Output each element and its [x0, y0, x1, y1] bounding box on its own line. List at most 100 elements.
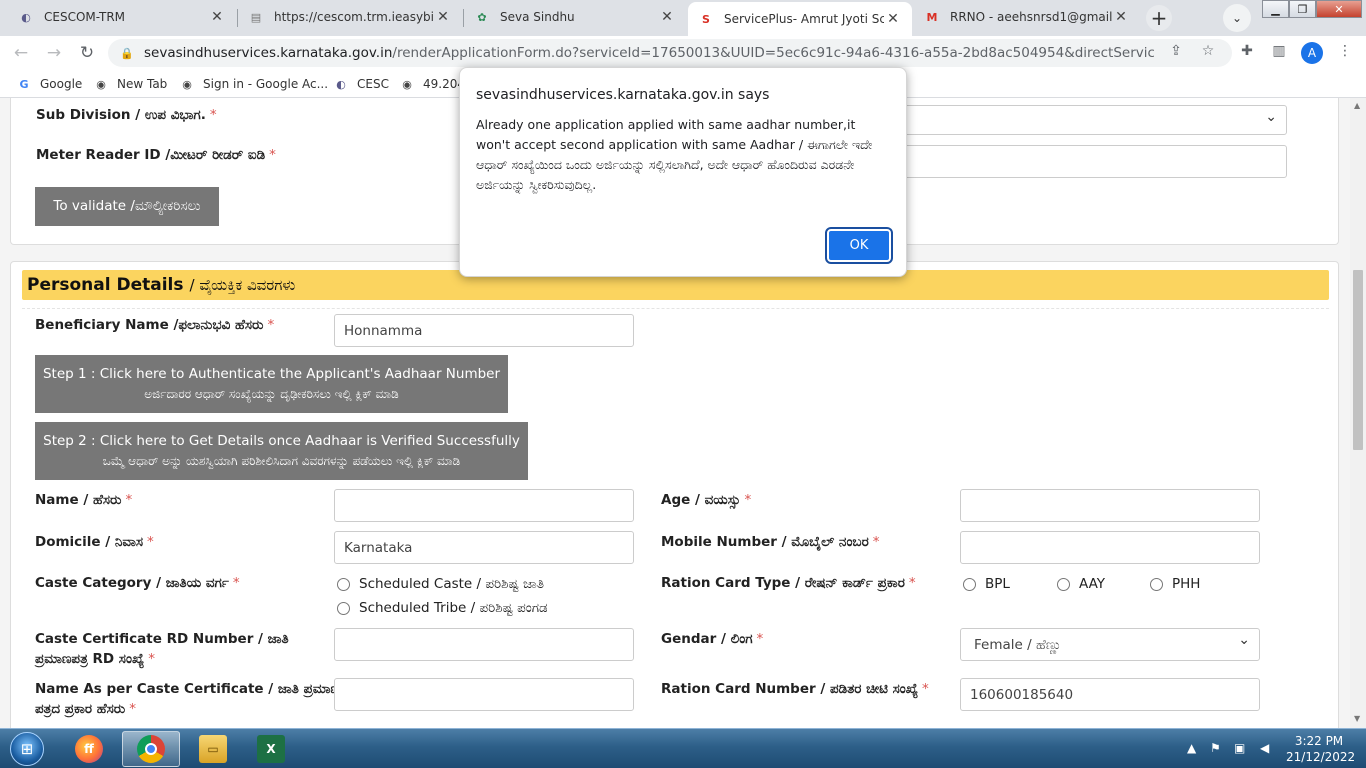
radio-label: PHH	[1172, 576, 1201, 592]
step1-text-en: Step 1 : Click here to Authenticate the …	[42, 366, 501, 382]
seva-sindhu-favicon: ✿	[477, 10, 487, 24]
tab-cescom-trm[interactable]: ◐ CESCOM-TRM ✕	[8, 2, 236, 32]
tab-title: RRNO - aeehsnrsd1@gmail.co	[950, 10, 1112, 24]
close-tab-icon[interactable]: ✕	[1112, 9, 1130, 25]
alert-dialog: sevasindhuservices.karnataka.gov.in says…	[459, 67, 907, 277]
profile-avatar[interactable]: A	[1301, 42, 1323, 64]
caste-certificate-rd-label: Caste Certificate RD Number / ಜಾತಿ ಪ್ರಮಾಣ…	[35, 631, 289, 667]
close-tab-icon[interactable]: ✕	[208, 9, 226, 25]
radio-label: AAY	[1079, 576, 1106, 592]
radio-scheduled-tribe[interactable]: Scheduled Tribe / ಪರಿಶಿಷ್ಟ ಪಂಗಡ	[337, 600, 548, 616]
name-as-per-certificate-label: Name As per Caste Certificate / ಜಾತಿ ಪ್ರ…	[35, 681, 341, 717]
bookmark-sign-in[interactable]: ◉ Sign in - Google Ac...	[179, 75, 328, 93]
bookmark-cesc[interactable]: ◐ CESC	[333, 75, 389, 93]
domicile-input[interactable]: Karnataka	[334, 531, 634, 564]
tab-seva-sindhu[interactable]: ✿ Seva Sindhu ✕	[464, 2, 686, 32]
maximize-icon[interactable]: ❐	[1289, 0, 1316, 18]
tab-cescom-ieasybill[interactable]: ▤ https://cescom.trm.ieasybill.co ✕	[238, 2, 462, 32]
scroll-down-icon[interactable]: ▼	[1354, 714, 1360, 723]
tab-title: CESCOM-TRM	[44, 10, 126, 24]
share-icon[interactable]: ⇪	[1167, 42, 1185, 60]
heading-kn: / ವೈಯಕ್ತಿಕ ವಿವರಗಳು	[189, 276, 296, 294]
radio-circle[interactable]	[337, 577, 350, 591]
globe-icon: ◉	[402, 77, 412, 91]
action-center-flag-icon[interactable]: ⚑	[1210, 741, 1221, 755]
file-explorer-icon: ▭	[199, 735, 227, 763]
chrome-icon	[137, 735, 165, 763]
back-icon[interactable]: ←	[10, 42, 32, 64]
radio-circle[interactable]	[1150, 577, 1163, 591]
browser-toolbar: ← → ↻ 🔒 sevasindhuservices.karnataka.gov…	[0, 36, 1366, 70]
heading-en: Personal Details	[27, 275, 184, 295]
clock-time: 3:22 PM	[1294, 734, 1344, 748]
radio-aay[interactable]: AAY	[1057, 576, 1105, 592]
beneficiary-name-input[interactable]: Honnamma	[334, 314, 634, 347]
gmail-favicon: M	[926, 10, 938, 24]
scrollbar-thumb[interactable]	[1353, 270, 1363, 450]
name-input[interactable]	[334, 489, 634, 522]
url-text[interactable]: sevasindhuservices.karnataka.gov.in/rend…	[144, 45, 1154, 61]
caste-certificate-rd-input[interactable]	[334, 628, 634, 661]
ok-button[interactable]: OK	[825, 227, 893, 264]
personal-details-card: Personal Details / ವೈಯಕ್ತಿಕ ವಿವರಗಳು Bene…	[10, 261, 1339, 728]
ration-card-number-label: Ration Card Number / ಪಡಿತರ ಚೀಟಿ ಸಂಖ್ಯೆ *	[661, 681, 929, 697]
bookmark-label: CESC	[357, 77, 389, 91]
radio-phh[interactable]: PHH	[1150, 576, 1200, 592]
sub-division-select[interactable]	[891, 105, 1287, 135]
forward-icon[interactable]: →	[43, 42, 65, 64]
scroll-up-icon[interactable]: ▲	[1354, 101, 1360, 110]
address-bar[interactable]: 🔒 sevasindhuservices.karnataka.gov.in/re…	[108, 39, 1232, 67]
dialog-title: sevasindhuservices.karnataka.gov.in says	[476, 87, 770, 103]
close-tab-icon[interactable]: ✕	[434, 9, 452, 25]
name-as-per-certificate-input[interactable]	[334, 678, 634, 711]
lock-icon[interactable]: 🔒	[120, 47, 138, 60]
gender-select[interactable]: Female / ಹೆಣ್ಣು	[960, 628, 1260, 661]
window-close-icon[interactable]: ✕	[1316, 0, 1362, 18]
sub-division-label: Sub Division / ಉಪ ವಿಭಾಗ. *	[36, 107, 217, 123]
tab-serviceplus[interactable]: S ServicePlus- Amrut Jyoti Schem ✕	[688, 2, 912, 36]
taskbar-chrome[interactable]	[122, 731, 180, 767]
network-icon[interactable]: ▣	[1234, 741, 1245, 755]
reload-icon[interactable]: ↻	[76, 42, 98, 64]
radio-label: Scheduled Tribe / ಪರಿಶಿಷ್ಟ ಪಂಗಡ	[359, 600, 548, 616]
window-controls: ▁ ❐ ✕	[1262, 0, 1362, 20]
taskbar-firefox[interactable]: ff	[60, 731, 118, 767]
windows-logo-icon: ⊞	[10, 732, 44, 766]
browser-menu-icon[interactable]: ⋮	[1336, 42, 1354, 60]
bookmark-new-tab[interactable]: ◉ New Tab	[93, 75, 167, 93]
radio-circle[interactable]	[963, 577, 976, 591]
radio-circle[interactable]	[337, 601, 350, 615]
close-tab-icon[interactable]: ✕	[884, 11, 902, 27]
radio-circle[interactable]	[1057, 577, 1070, 591]
volume-icon[interactable]: ◀	[1260, 741, 1269, 755]
mobile-number-input[interactable]	[960, 531, 1260, 564]
taskbar-explorer[interactable]: ▭	[184, 731, 242, 767]
radio-scheduled-caste[interactable]: Scheduled Caste / ಪರಿಶಿಷ್ಟ ಜಾತಿ	[337, 576, 544, 592]
validate-button[interactable]: To validate /ಮೌಲ್ಯೀಕರಿಸಲು	[35, 187, 219, 226]
age-input[interactable]	[960, 489, 1260, 522]
minimize-icon[interactable]: ▁	[1262, 0, 1289, 18]
meter-reader-input[interactable]	[891, 145, 1287, 178]
url-path: /renderApplicationForm.do?serviceId=1765…	[392, 45, 1154, 61]
taskbar-clock[interactable]: 3:22 PM 21/12/2022	[1286, 733, 1355, 765]
start-button[interactable]: ⊞	[4, 730, 50, 768]
new-tab-button[interactable]: +	[1146, 5, 1172, 31]
show-hidden-icons[interactable]: ▲	[1187, 741, 1196, 755]
side-panel-icon[interactable]: ▥	[1270, 42, 1288, 60]
bookmark-google[interactable]: G Google	[16, 75, 82, 93]
beneficiary-name-label: Beneficiary Name /ಫಲಾನುಭವಿ ಹೆಸರು *	[35, 317, 275, 333]
page-scrollbar[interactable]: ▲ ▼	[1350, 98, 1366, 728]
tab-gmail[interactable]: M RRNO - aeehsnrsd1@gmail.co ✕	[914, 2, 1140, 32]
ration-card-number-input[interactable]: 160600185640	[960, 678, 1260, 711]
taskbar-excel[interactable]: X	[242, 731, 300, 767]
authenticate-aadhaar-button[interactable]: Step 1 : Click here to Authenticate the …	[35, 355, 508, 413]
bookmark-star-icon[interactable]: ☆	[1199, 42, 1217, 60]
radio-bpl[interactable]: BPL	[963, 576, 1010, 592]
bookmark-ip[interactable]: ◉ 49.204	[399, 75, 465, 93]
extensions-icon[interactable]: ✚	[1238, 42, 1256, 60]
age-label: Age / ವಯಸ್ಸು *	[661, 492, 752, 508]
tab-search-button[interactable]: ⌄	[1223, 4, 1251, 32]
section-divider	[22, 308, 1329, 309]
get-aadhaar-details-button[interactable]: Step 2 : Click here to Get Details once …	[35, 422, 528, 480]
close-tab-icon[interactable]: ✕	[658, 9, 676, 25]
